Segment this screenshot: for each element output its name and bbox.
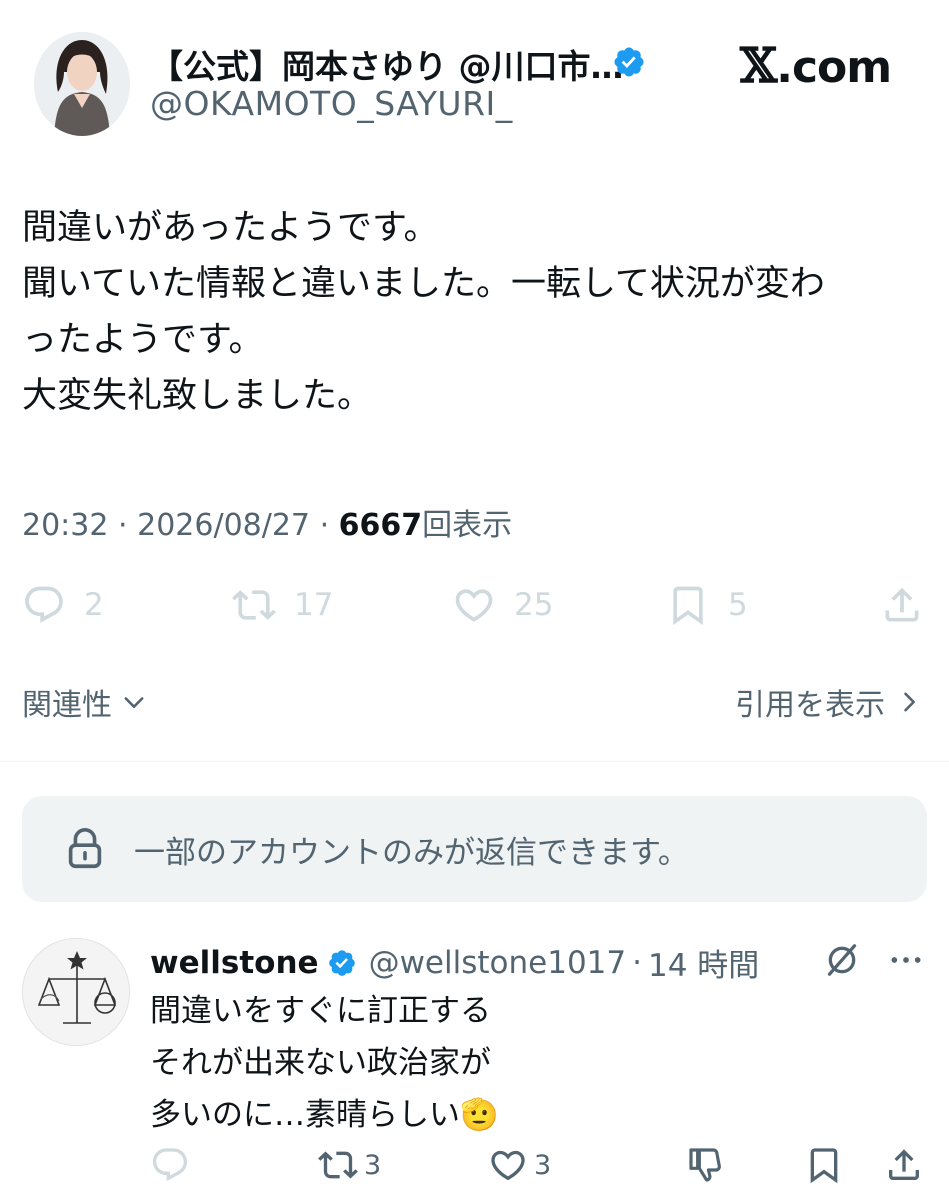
author-avatar[interactable]	[34, 32, 130, 136]
grok-icon	[827, 944, 857, 976]
views-label: 回表示	[422, 508, 513, 543]
reply-icon	[152, 1148, 188, 1182]
x-logo-domain: .com	[776, 42, 892, 93]
view-quotes-link[interactable]: 引用を表示	[735, 680, 923, 724]
tweet-text-line: 聞いていた情報と違いました。一転して状況が変わ	[22, 264, 825, 304]
meta-separator: ·	[319, 508, 330, 543]
verified-badge-icon	[328, 949, 355, 976]
reply-share-button[interactable]	[884, 1145, 924, 1185]
reply-retweet-count: 3	[364, 1149, 382, 1181]
heart-icon	[455, 589, 493, 622]
bookmark-icon	[810, 1148, 838, 1184]
chevron-right-icon	[904, 692, 915, 712]
reply-dislike-button[interactable]	[686, 1145, 726, 1185]
tweet-time[interactable]: 20:32	[22, 508, 108, 543]
reply-reply-button[interactable]	[150, 1145, 190, 1185]
more-options-button[interactable]	[884, 940, 928, 984]
reply-bookmark-button[interactable]	[804, 1145, 844, 1185]
retweet-icon	[232, 590, 276, 620]
reply-author-name[interactable]: wellstone	[150, 945, 319, 981]
bookmark-button[interactable]: 5	[666, 580, 748, 630]
reply-text-line: それが出来ない政治家が	[150, 1045, 491, 1081]
share-icon	[885, 587, 919, 622]
sort-label: 関連性	[22, 688, 112, 723]
retweet-icon	[318, 1151, 358, 1179]
tweet-text: 間違いがあったようです。 聞いていた情報と違いました。一転して状況が変わ ったよ…	[22, 200, 927, 424]
author-display-name[interactable]: 【公式】岡本さゆり @川口市…	[150, 40, 624, 88]
meta-separator: ·	[118, 508, 128, 543]
more-dots-icon	[891, 957, 921, 963]
reply-author-handle[interactable]: @wellstone1017	[369, 945, 627, 981]
heart-icon	[491, 1150, 525, 1181]
tweet-meta: 20:32 · 2026/08/27 · 6667回表示	[22, 500, 512, 544]
reply-author-avatar[interactable]	[22, 938, 130, 1046]
reply-like-count: 3	[534, 1149, 552, 1181]
reply-time[interactable]: 14 時間	[648, 940, 759, 985]
reply-text-line: 多いのに…素晴らしい🫡	[150, 1097, 499, 1133]
share-button[interactable]	[880, 580, 924, 630]
reply-count: 2	[84, 587, 104, 623]
like-button[interactable]: 25	[452, 580, 553, 630]
reply-header: wellstone @wellstone1017 · 14 時間	[150, 940, 759, 985]
bookmark-count: 5	[728, 587, 748, 623]
verified-badge-icon	[612, 45, 646, 79]
tweet-text-line: ったようです。	[22, 320, 264, 360]
divider	[0, 761, 949, 762]
reply-restriction-notice: 一部のアカウントのみが返信できます。	[22, 796, 927, 902]
share-icon	[889, 1149, 919, 1180]
retweet-button[interactable]: 17	[232, 580, 333, 630]
views-count: 6667	[338, 508, 423, 543]
reply-restriction-text: 一部のアカウントのみが返信できます。	[134, 834, 689, 871]
tweet-date[interactable]: 2026/08/27	[137, 508, 310, 543]
thumbs-down-icon	[689, 1148, 721, 1182]
chevron-down-icon	[124, 697, 144, 708]
reply-button[interactable]: 2	[22, 580, 104, 630]
like-count: 25	[514, 587, 554, 623]
lock-icon	[68, 828, 102, 869]
reply-retweet-button[interactable]: 3	[318, 1145, 381, 1185]
tweet-text-line: 大変失礼致しました。	[22, 376, 373, 416]
reply-text-line: 間違いをすぐに訂正する	[150, 993, 491, 1029]
sort-selector[interactable]: 関連性	[22, 680, 148, 724]
author-handle[interactable]: @OKAMOTO_SAYURI_	[150, 84, 513, 123]
x-logo: 𝕏.com	[740, 38, 892, 94]
bookmark-icon	[673, 586, 703, 626]
grok-button[interactable]	[822, 940, 862, 984]
reply-like-button[interactable]: 3	[488, 1145, 551, 1185]
reply-icon	[25, 586, 63, 623]
retweet-count: 17	[294, 587, 334, 623]
tweet-text-line: 間違いがあったようです。	[22, 208, 439, 248]
reply-text: 間違いをすぐに訂正する それが出来ない政治家が 多いのに…素晴らしい🫡	[150, 985, 499, 1141]
reply-separator: ·	[632, 944, 642, 981]
view-quotes-label: 引用を表示	[735, 688, 885, 723]
x-logo-symbol: 𝕏	[740, 38, 777, 94]
